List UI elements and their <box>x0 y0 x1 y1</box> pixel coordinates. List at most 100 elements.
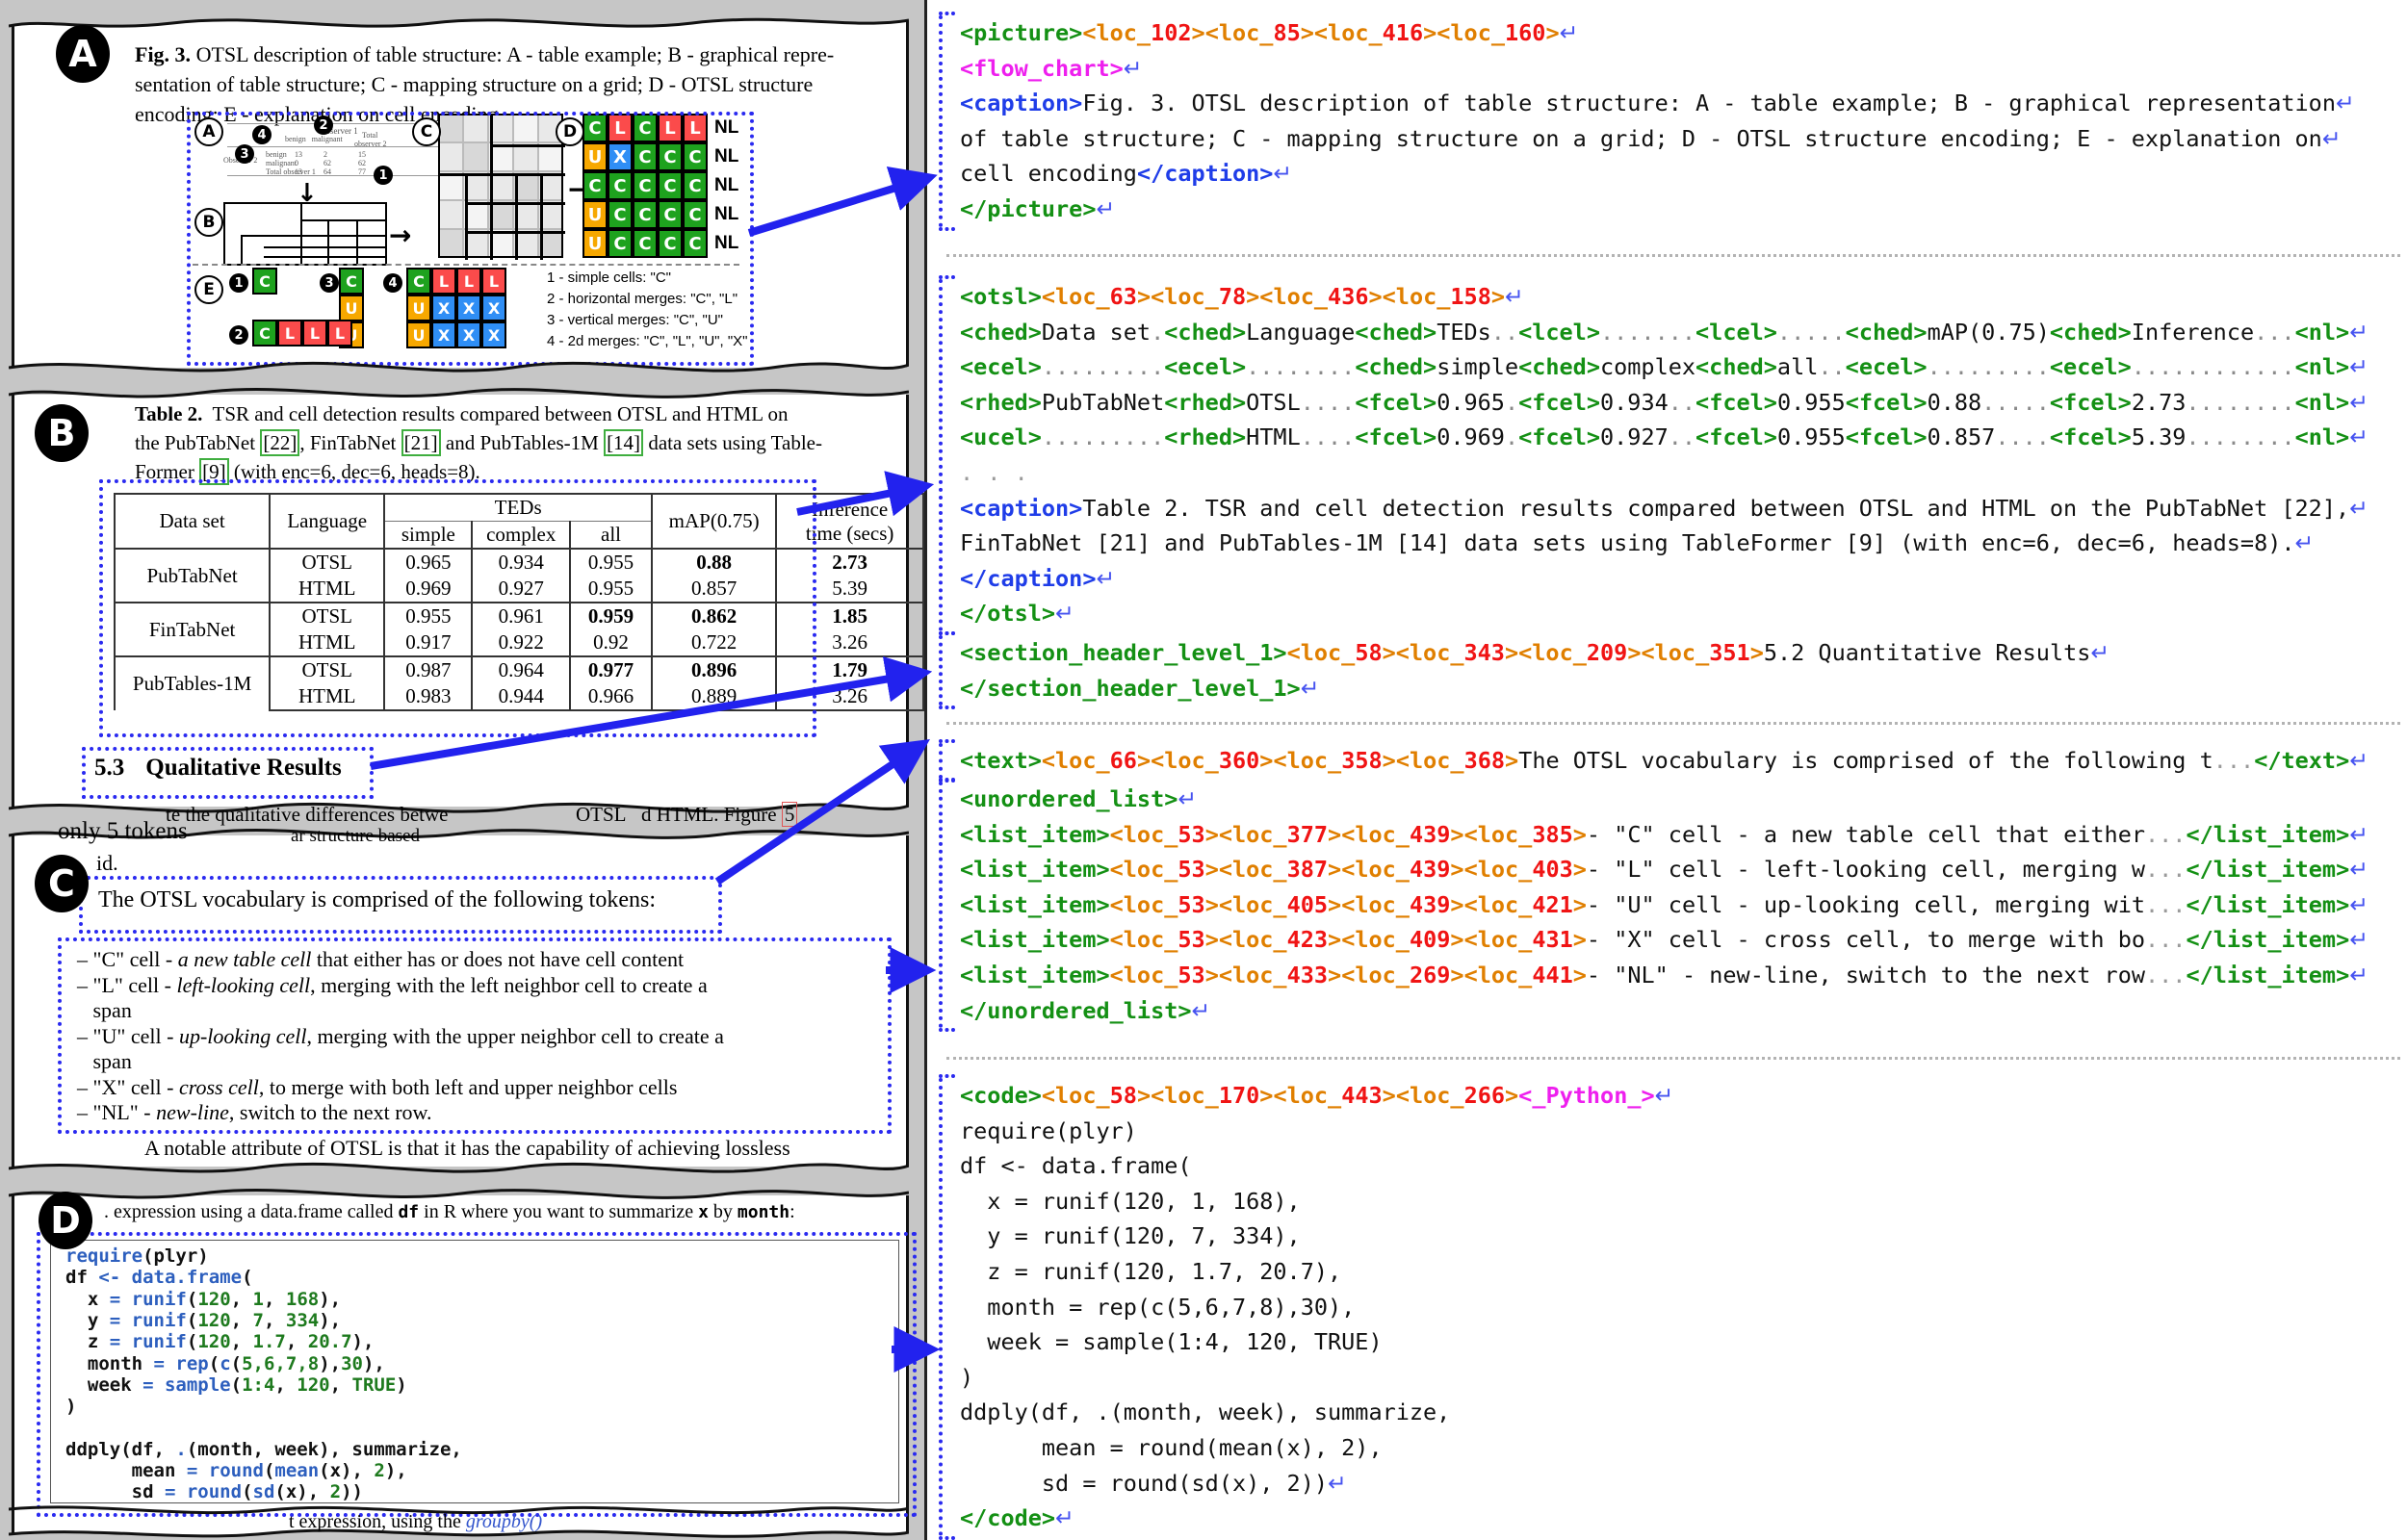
doctags-text: df <- data.frame( <box>960 1152 1192 1179</box>
text-segment: OTSL description of table structure: A -… <box>191 42 834 66</box>
loc-value: 53 <box>1178 891 1204 918</box>
bracket-foot-bottom <box>939 1028 955 1032</box>
doctags-line: <code><loc_58><loc_170><loc_443><loc_266… <box>960 1078 2401 1114</box>
doctags-text: complex <box>1600 353 1695 380</box>
doctags-text: ) <box>960 1364 973 1391</box>
doctags-output-column: <picture><loc_102><loc_85><loc_416><loc_… <box>927 0 2407 1540</box>
structure-tag: <list_item> <box>960 926 1110 953</box>
loc-tag: > <box>1369 283 1383 310</box>
intro-segment: in R where you want to summarize <box>419 1201 698 1222</box>
block-separator <box>946 1057 2400 1060</box>
loc-tag: > <box>1573 962 1587 988</box>
doctags-line: ) <box>960 1360 2401 1396</box>
loc-tag: <loc_ <box>1464 962 1533 988</box>
bracket-foot-top <box>939 275 955 279</box>
citation-ref: [21] <box>401 429 441 456</box>
loc-tag: <loc_ <box>1341 926 1410 953</box>
doctags-text: - "L" cell - left-looking cell, merging … <box>1587 856 2145 883</box>
return-icon: ↵ <box>1301 675 1320 702</box>
caption-text: Table 2. <box>135 402 202 425</box>
loc-value: 385 <box>1532 821 1572 848</box>
fragment-text: ar structure based <box>291 826 420 846</box>
intro-segment: month <box>738 1202 789 1222</box>
caption-text: and PubTables-1M <box>441 431 604 454</box>
loc-value: 436 <box>1328 283 1368 310</box>
step-badge-4: 4 <box>252 125 272 144</box>
structure-tag: </text> <box>2254 747 2349 774</box>
r-snippet-intro-line: . expression using a data.frame called d… <box>104 1201 795 1223</box>
return-icon: ↵ <box>1096 195 1115 222</box>
loc-value: 409 <box>1410 926 1450 953</box>
doctags-block-text: <text><loc_66><loc_360><loc_358><loc_368… <box>939 743 2401 779</box>
doctags-text: .. <box>1669 389 1695 416</box>
loc-tag: <loc_ <box>1383 283 1451 310</box>
structure-tag: <nl> <box>2295 353 2350 380</box>
intro-segment: x <box>698 1202 709 1222</box>
loc-value: 405 <box>1287 891 1328 918</box>
panel-label-c: C <box>35 855 89 912</box>
doctags-text: ......... <box>1042 424 1164 450</box>
loc-tag: <loc_ <box>1042 283 1110 310</box>
loc-value: 439 <box>1410 821 1450 848</box>
intro-segment: df <box>398 1202 419 1222</box>
loc-tag: > <box>1205 821 1219 848</box>
fig3-annotation-box <box>187 112 754 366</box>
loc-value: 63 <box>1110 283 1137 310</box>
doctags-text: .. <box>1669 424 1695 450</box>
loc-tag: <loc_ <box>1151 283 1219 310</box>
structure-tag: <list_item> <box>960 962 1110 988</box>
doctags-line: ddply(df, .(month, week), summarize, <box>960 1395 2401 1430</box>
doctags-line: </caption>↵ <box>960 561 2401 597</box>
loc-value: 158 <box>1450 283 1490 310</box>
code-annotation-box <box>37 1232 917 1517</box>
structure-tag: </unordered_list> <box>960 997 1192 1024</box>
loc-tag: > <box>1491 283 1505 310</box>
doctags-text: require(plyr) <box>960 1117 1137 1144</box>
loc-tag: <loc_ <box>1042 747 1110 774</box>
type-tag: <flow_chart> <box>960 55 1124 82</box>
loc-value: 343 <box>1464 639 1505 666</box>
table2-caption-line: the PubTabNet [22], FinTabNet [21] and P… <box>135 431 822 455</box>
doctags-line: <ucel>.........<rhed>HTML....<fcel>0.969… <box>960 420 2401 455</box>
notable-attribute-line: A notable attribute of OTSL is that it h… <box>144 1136 790 1161</box>
return-icon: ↵ <box>1178 785 1197 812</box>
loc-tag: > <box>1627 639 1641 666</box>
doctags-text: Fig. 3. OTSL description of table struct… <box>1082 90 2336 116</box>
return-icon: ↵ <box>2349 319 2368 346</box>
loc-tag: > <box>1205 856 1219 883</box>
bracket-foot-top <box>939 1074 955 1078</box>
intro-segment: by <box>709 1201 738 1222</box>
torn-text-fragment: only 5 tokens <box>58 818 188 845</box>
doctags-line: <list_item><loc_53><loc_405><loc_439><lo… <box>960 887 2401 923</box>
loc-value: 439 <box>1410 891 1450 918</box>
structure-tag: <text> <box>960 747 1042 774</box>
doctags-line: z = runif(120, 1.7, 20.7), <box>960 1254 2401 1290</box>
loc-tag: <loc_ <box>1110 856 1178 883</box>
doctags-text: . . . <box>960 459 1028 486</box>
intro-segment: . expression using a data.frame called <box>104 1201 398 1222</box>
fragment-text: te the qualitative differences betwe <box>166 803 448 826</box>
structure-tag: <ched> <box>1518 353 1600 380</box>
doctags-text: . <box>1151 319 1164 346</box>
doctags-text: PubTabNet <box>1042 389 1164 416</box>
fig3-caption-line: sentation of table structure; C - mappin… <box>135 72 813 97</box>
structure-tag: <ecel> <box>1164 353 1246 380</box>
return-icon: ↵ <box>2336 90 2355 116</box>
bracket-foot-top <box>939 778 955 782</box>
doctags-line: <text><loc_66><loc_360><loc_358><loc_368… <box>960 743 2401 779</box>
structure-tag: <fcel> <box>1518 424 1600 450</box>
doctags-text: 0.934 <box>1600 389 1669 416</box>
intro-segment: : <box>789 1201 795 1222</box>
loc-tag: > <box>1328 962 1341 988</box>
structure-tag: <rhed> <box>960 389 1042 416</box>
loc-tag: <loc_ <box>1396 1082 1464 1109</box>
loc-tag: <loc_ <box>1110 926 1178 953</box>
structure-tag: <otsl> <box>960 283 1042 310</box>
loc-tag: > <box>1573 891 1587 918</box>
loc-value: 53 <box>1178 962 1204 988</box>
doctags-text: mean = round(mean(x), 2), <box>960 1434 1383 1461</box>
doctags-line: x = runif(120, 1, 168), <box>960 1184 2401 1219</box>
doctags-text: - "NL" - new-line, switch to the next ro… <box>1587 962 2145 988</box>
loc-tag: > <box>1246 283 1259 310</box>
loc-tag: <loc_ <box>1219 856 1287 883</box>
